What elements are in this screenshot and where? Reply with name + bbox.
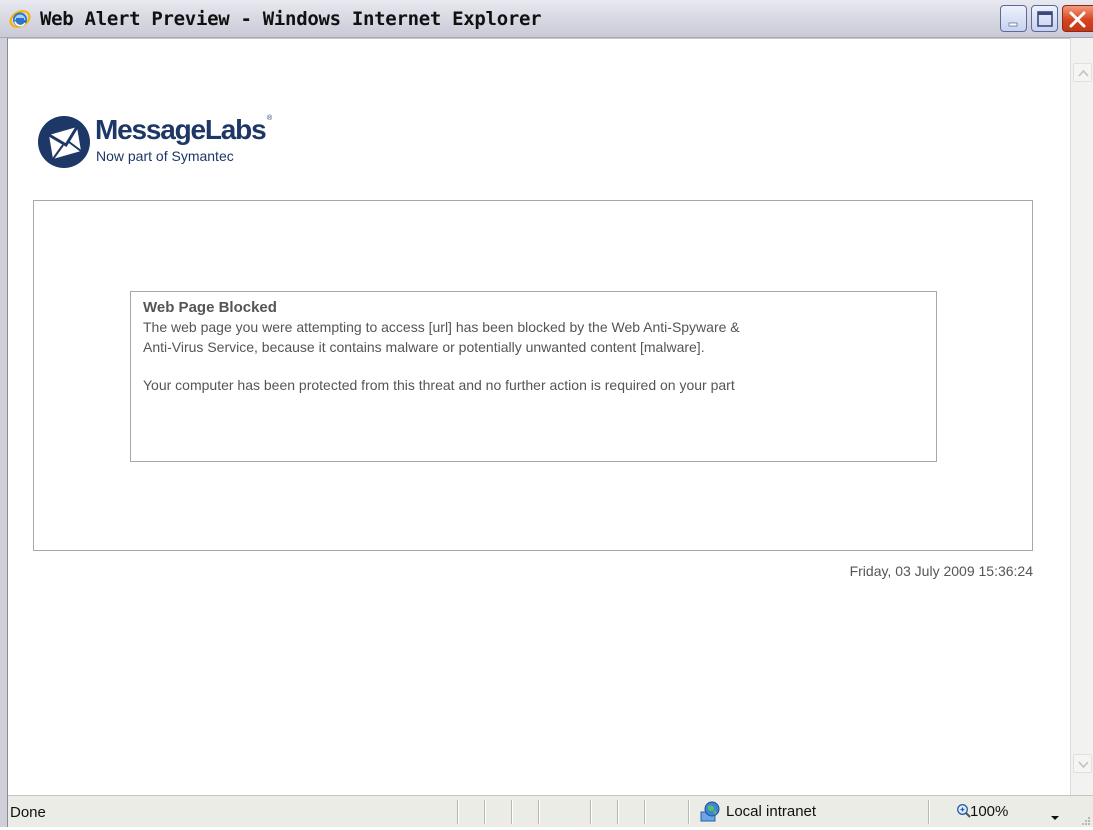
status-divider	[457, 800, 459, 824]
window-title: Web Alert Preview - Windows Internet Exp…	[40, 8, 542, 30]
status-divider	[511, 800, 513, 824]
resize-grip-icon[interactable]	[1079, 813, 1091, 825]
status-divider	[928, 800, 930, 824]
messagelabs-logo: MessageLabs ® Now part of Symantec	[37, 111, 287, 173]
status-divider	[688, 800, 690, 824]
security-zone-label[interactable]: Local intranet	[726, 803, 816, 820]
zoom-level[interactable]: 100%	[970, 803, 1008, 820]
alert-text-line-1: The web page you were attempting to acce…	[143, 319, 740, 335]
status-divider	[590, 800, 592, 824]
messagelabs-envelope-logo	[38, 116, 90, 168]
status-divider	[538, 800, 540, 824]
title-bar[interactable]: Web Alert Preview - Windows Internet Exp…	[0, 0, 1093, 38]
maximize-icon	[1037, 11, 1053, 27]
internet-explorer-icon	[8, 8, 32, 30]
status-divider	[484, 800, 486, 824]
trademark: ®	[267, 115, 273, 122]
minimize-icon	[1008, 22, 1018, 27]
alert-text-line-2: Anti-Virus Service, because it contains …	[143, 339, 705, 355]
close-button[interactable]	[1062, 5, 1093, 32]
timestamp: Friday, 03 July 2009 15:36:24	[849, 563, 1033, 579]
zoom-dropdown-arrow[interactable]	[1050, 809, 1060, 820]
scroll-down-button[interactable]	[1073, 754, 1092, 773]
minimize-button[interactable]	[1000, 5, 1027, 32]
maximize-button[interactable]	[1031, 5, 1058, 32]
status-divider	[617, 800, 619, 824]
status-text: Done	[10, 804, 46, 821]
page-content: MessageLabs ® Now part of Symantec Web P…	[8, 38, 1070, 795]
brand-name: MessageLabs	[95, 114, 267, 145]
status-divider	[644, 800, 646, 824]
close-icon	[1069, 11, 1086, 28]
status-bar: Done Local intranet 100%	[8, 795, 1093, 827]
chevron-down-icon	[1051, 816, 1059, 820]
window-frame-left	[0, 38, 8, 827]
chevron-up-icon	[1078, 69, 1089, 77]
local-intranet-globe-icon	[699, 800, 721, 822]
alert-text-line-3: Your computer has been protected from th…	[143, 377, 735, 393]
brand-tagline: Now part of Symantec	[96, 148, 234, 164]
alert-message-box: Web Page Blocked The web page you were a…	[130, 291, 937, 462]
alert-title: Web Page Blocked	[143, 299, 277, 316]
scroll-up-button[interactable]	[1073, 63, 1092, 82]
chevron-down-icon	[1078, 761, 1089, 769]
vertical-scrollbar[interactable]	[1070, 38, 1093, 795]
